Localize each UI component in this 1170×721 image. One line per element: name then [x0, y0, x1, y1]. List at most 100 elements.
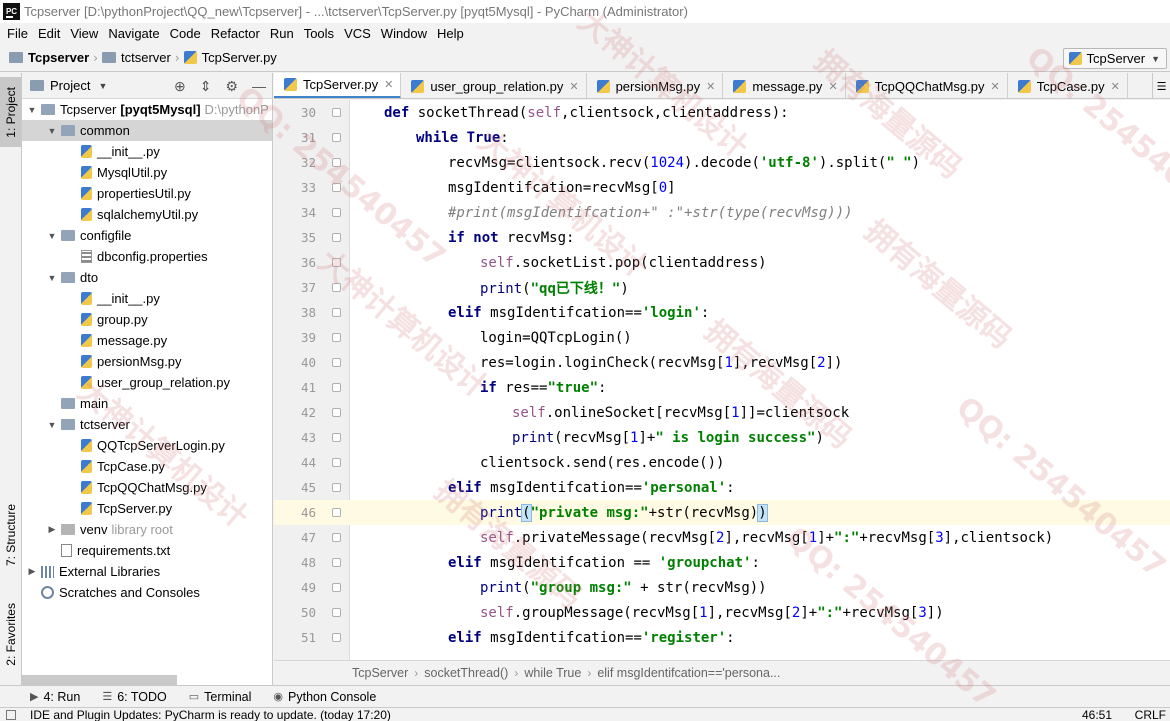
menu-tools[interactable]: Tools	[299, 26, 339, 41]
menu-vcs[interactable]: VCS	[339, 26, 376, 41]
tree-item[interactable]: dbconfig.properties	[22, 246, 208, 267]
tree-item[interactable]: TcpCase.py	[22, 456, 165, 477]
tool-todo[interactable]: ☰ 6: TODO	[102, 690, 166, 704]
tree-item[interactable]: TcpServer.py	[22, 498, 172, 519]
close-icon[interactable]: ✕	[706, 80, 715, 93]
tree-item[interactable]: ▼ Tcpserver [pyqt5Mysql] D:\pythonP	[22, 99, 269, 120]
fold-marker-icon[interactable]	[322, 458, 350, 467]
menu-run[interactable]: Run	[265, 26, 299, 41]
tree-item[interactable]: Scratches and Consoles	[22, 582, 200, 603]
caret-position[interactable]: 46:51	[1082, 708, 1112, 721]
menu-window[interactable]: Window	[376, 26, 432, 41]
tool-windows-icon[interactable]	[6, 710, 16, 720]
chevron-down-icon[interactable]: ▼	[98, 81, 107, 91]
locate-file-icon[interactable]: ⊕	[174, 78, 186, 95]
code-line[interactable]: 41 if res=="true":	[274, 375, 1170, 400]
tree-item[interactable]: ▼ dto	[22, 267, 99, 288]
horizontal-scrollbar[interactable]	[22, 675, 177, 685]
code-breadcrumb-item[interactable]: socketThread()	[424, 666, 508, 680]
code-line[interactable]: 49 print("group msg:" + str(recvMsg))	[274, 575, 1170, 600]
chevron-down-icon[interactable]: ▼	[46, 126, 58, 136]
tree-item[interactable]: __init__.py	[22, 288, 160, 309]
code-line[interactable]: 48 elif msgIdentifcation == 'groupchat':	[274, 550, 1170, 575]
fold-marker-icon[interactable]	[322, 633, 350, 642]
code-line[interactable]: 37 print("qq已下线！")	[274, 275, 1170, 300]
collapse-all-icon[interactable]: ⇕	[200, 78, 212, 95]
run-configuration-selector[interactable]: TcpServer ▼	[1062, 48, 1167, 69]
fold-marker-icon[interactable]	[322, 233, 350, 242]
editor-tab[interactable]: message.py ✕	[723, 73, 846, 98]
fold-marker-icon[interactable]	[322, 608, 350, 617]
menu-refactor[interactable]: Refactor	[206, 26, 265, 41]
editor-tab[interactable]: TcpQQChatMsg.py ✕	[846, 73, 1008, 98]
fold-marker-icon[interactable]	[322, 408, 350, 417]
fold-marker-icon[interactable]	[322, 183, 350, 192]
fold-marker-icon[interactable]	[322, 158, 350, 167]
close-icon[interactable]: ✕	[569, 80, 578, 93]
fold-marker-icon[interactable]	[322, 583, 350, 592]
tabs-list-icon[interactable]: ☰	[1152, 73, 1170, 98]
fold-marker-icon[interactable]	[322, 508, 350, 517]
fold-marker-icon[interactable]	[322, 308, 350, 317]
fold-marker-icon[interactable]	[322, 383, 350, 392]
tree-item[interactable]: TcpQQChatMsg.py	[22, 477, 207, 498]
code-line[interactable]: 45 elif msgIdentifcation=='personal':	[274, 475, 1170, 500]
menu-code[interactable]: Code	[165, 26, 206, 41]
fold-marker-icon[interactable]	[322, 108, 350, 117]
editor-tab[interactable]: TcpServer.py ✕	[274, 73, 402, 98]
menu-navigate[interactable]: Navigate	[103, 26, 164, 41]
tree-item[interactable]: user_group_relation.py	[22, 372, 230, 393]
chevron-right-icon[interactable]: ▶	[26, 566, 38, 577]
tree-item[interactable]: sqlalchemyUtil.py	[22, 204, 198, 225]
chevron-down-icon[interactable]: ▼	[26, 105, 38, 115]
code-line[interactable]: 36 self.socketList.pop(clientaddress)	[274, 250, 1170, 275]
line-ending[interactable]: CRLF	[1135, 708, 1166, 721]
tree-item[interactable]: main	[22, 393, 108, 414]
code-line[interactable]: 31 while True:	[274, 125, 1170, 150]
tree-item[interactable]: ▶ External Libraries	[22, 561, 161, 582]
code-line[interactable]: 30 def socketThread(self,clientsock,clien…	[274, 100, 1170, 125]
status-message[interactable]: IDE and Plugin Updates: PyCharm is ready…	[30, 708, 391, 721]
tree-item[interactable]: QQTcpServerLogin.py	[22, 435, 225, 456]
minimize-icon[interactable]: —	[252, 78, 266, 95]
close-icon[interactable]: ✕	[384, 78, 393, 91]
menu-edit[interactable]: Edit	[33, 26, 65, 41]
code-line[interactable]: 44 clientsock.send(res.encode())	[274, 450, 1170, 475]
menu-help[interactable]: Help	[432, 26, 469, 41]
fold-marker-icon[interactable]	[322, 133, 350, 142]
tree-item[interactable]: MysqlUtil.py	[22, 162, 167, 183]
code-editor[interactable]: 30 def socketThread(self,clientsock,clien…	[274, 100, 1170, 660]
fold-marker-icon[interactable]	[322, 558, 350, 567]
chevron-down-icon[interactable]: ▼	[46, 420, 58, 430]
editor-tab[interactable]: persionMsg.py ✕	[587, 73, 724, 98]
tool-python-console[interactable]: ◉ Python Console	[273, 690, 376, 704]
code-line[interactable]: 51 elif msgIdentifcation=='register':	[274, 625, 1170, 650]
chevron-right-icon[interactable]: ▶	[46, 524, 58, 535]
tool-run[interactable]: ▶ 4: Run	[30, 690, 80, 704]
code-line[interactable]: 39 login=QQTcpLogin()	[274, 325, 1170, 350]
fold-marker-icon[interactable]	[322, 258, 350, 267]
fold-marker-icon[interactable]	[322, 433, 350, 442]
tree-item[interactable]: persionMsg.py	[22, 351, 182, 372]
editor-tab[interactable]: TcpCase.py ✕	[1008, 73, 1128, 98]
gear-icon[interactable]: ⚙	[225, 78, 238, 95]
fold-marker-icon[interactable]	[322, 333, 350, 342]
code-breadcrumb-item[interactable]: TcpServer	[352, 666, 408, 680]
fold-marker-icon[interactable]	[322, 283, 350, 292]
code-line[interactable]: 34 #print(msgIdentifcation+" :"+str(type(…	[274, 200, 1170, 225]
close-icon[interactable]: ✕	[1111, 80, 1120, 93]
nav-crumb-project[interactable]: Tcpserver	[0, 50, 89, 65]
code-line[interactable]: 46 print("private msg:"+str(recvMsg))	[274, 500, 1170, 525]
tree-item[interactable]: __init__.py	[22, 141, 160, 162]
fold-marker-icon[interactable]	[322, 533, 350, 542]
fold-marker-icon[interactable]	[322, 208, 350, 217]
editor-tab[interactable]: user_group_relation.py ✕	[401, 73, 587, 98]
tree-item[interactable]: ▼ configfile	[22, 225, 132, 246]
chevron-down-icon[interactable]: ▼	[46, 231, 58, 241]
code-line[interactable]: 32 recvMsg=clientsock.recv(1024).decode('…	[274, 150, 1170, 175]
tree-item[interactable]: ▶ venv library root	[22, 519, 173, 540]
chevron-down-icon[interactable]: ▼	[46, 273, 58, 283]
tree-item[interactable]: propertiesUtil.py	[22, 183, 191, 204]
tool-tab-favorites[interactable]: 2: Favorites	[0, 593, 21, 675]
tree-item[interactable]: ▼ common	[22, 120, 272, 141]
